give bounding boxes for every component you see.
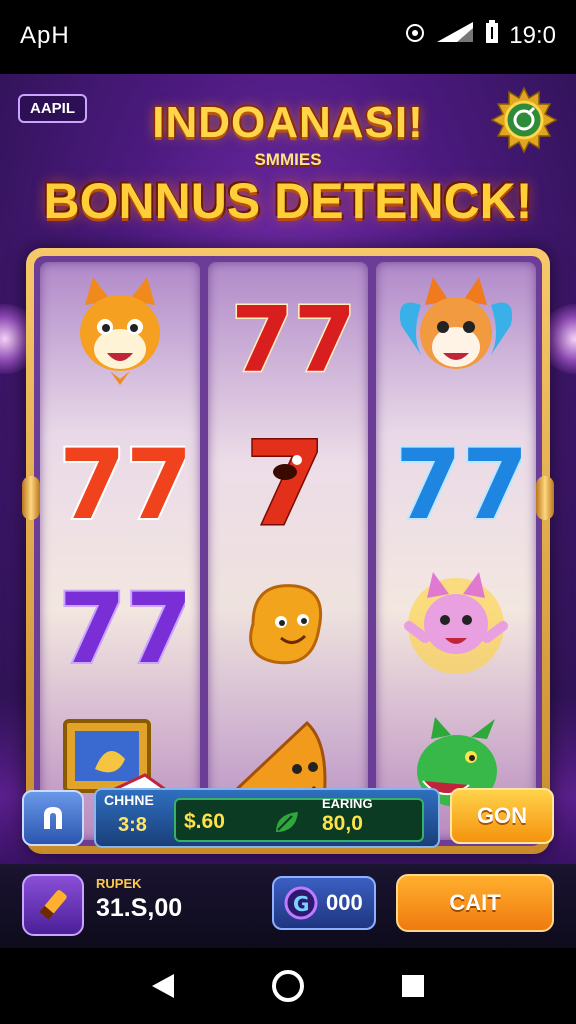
fox-mask-icon: [376, 262, 536, 407]
status-bar: ApH 19:0: [0, 0, 576, 74]
reels-frame: 77 77 ♥: [26, 248, 550, 854]
sevens-purple-icon: 77: [40, 551, 200, 696]
svg-text:G: G: [293, 892, 309, 916]
menu-button[interactable]: [22, 790, 84, 846]
sevens-blue-icon: 77: [376, 407, 536, 552]
reel-1: 77 77 ♥: [40, 262, 200, 840]
arch-icon: [44, 807, 62, 829]
game-area: AAPIL INDOANASI! SMMIES BONNUS DETENCK!: [0, 74, 576, 864]
svg-text:77: 77: [59, 573, 185, 682]
svg-text:77: 77: [59, 429, 185, 538]
coin-icon: G: [284, 886, 318, 920]
coins-value: 000: [326, 890, 363, 915]
clock: 19:0: [509, 21, 556, 49]
earning-value: 80,0: [322, 812, 363, 835]
earning-box: $.60 EARING 80,0: [174, 796, 424, 842]
navigation-bar: [0, 948, 576, 1024]
sevens-red-icon: 77: [208, 262, 368, 407]
home-button[interactable]: [263, 961, 313, 1011]
frame-knob-right: [536, 476, 554, 520]
pink-cat-icon: [376, 551, 536, 696]
coins-button[interactable]: G 000: [272, 876, 376, 930]
svg-text:77: 77: [231, 288, 353, 393]
wifi-icon: [405, 22, 425, 50]
back-triangle-icon: [151, 974, 174, 998]
battery-icon: [485, 20, 499, 51]
back-button[interactable]: [138, 961, 188, 1011]
cash-value: $.60: [184, 810, 225, 833]
credits-value: 3:8: [118, 814, 147, 836]
leaf-icon: [274, 810, 300, 838]
balance-label: RUPEK: [96, 876, 142, 891]
home-circle-icon: [271, 970, 304, 1002]
recents-button[interactable]: [388, 961, 438, 1011]
controls-row: CHHNE 3:8 $.60 EARING 80,0 GON: [0, 784, 576, 864]
recents-square-icon: [402, 975, 425, 997]
cart-button[interactable]: CAIT: [396, 874, 554, 932]
seven-monster-icon: 7: [208, 407, 368, 552]
bonus-banner: BONNUS DETENCK!: [43, 173, 533, 229]
bottom-bar: RUPEK 31.S,00 G 000 CAIT: [0, 864, 576, 948]
item-button[interactable]: [22, 874, 84, 936]
credits-box: CHHNE 3:8: [104, 792, 174, 837]
signal-icon: [435, 20, 475, 51]
earning-label: EARING: [322, 796, 373, 811]
reel-3: 77: [376, 262, 536, 840]
sevens-red-orange-icon: 77: [40, 407, 200, 552]
credits-label: CHHNE: [104, 792, 154, 808]
brush-icon: [39, 890, 67, 920]
balance-value: 31.S,00: [96, 894, 183, 922]
settings-gear-icon[interactable]: [490, 86, 558, 154]
reels: 77 77 ♥: [34, 256, 542, 846]
svg-text:77: 77: [395, 429, 521, 538]
frame-knob-left: [22, 476, 40, 520]
fox-cat-icon: [40, 262, 200, 407]
reel-2: 77 7: [208, 262, 368, 840]
golden-blob-icon: [208, 551, 368, 696]
status-icons: 19:0: [405, 20, 556, 51]
carrier-label: ApH: [20, 22, 70, 49]
info-panel: CHHNE 3:8 $.60 EARING 80,0: [94, 788, 440, 848]
go-button[interactable]: GON: [450, 788, 554, 844]
